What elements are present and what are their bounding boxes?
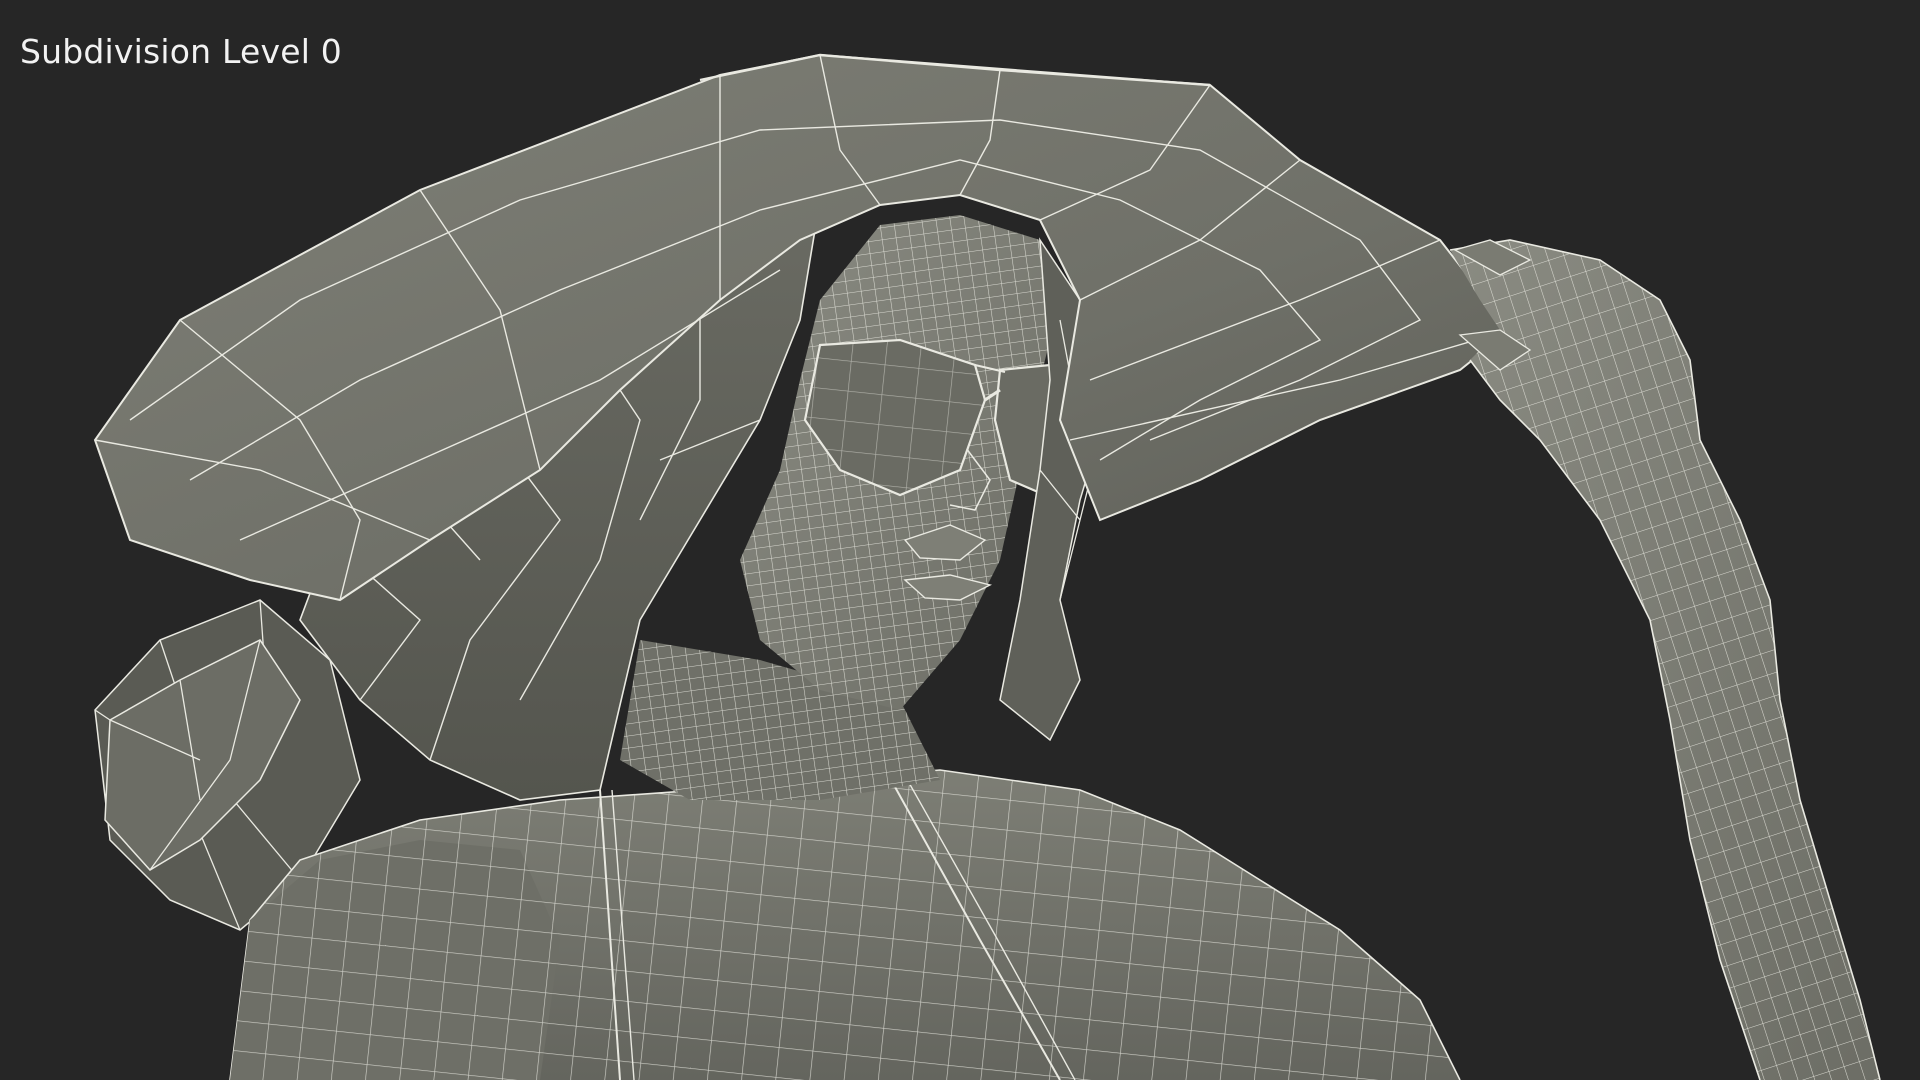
wireframe-model-render [93, 53, 1881, 1080]
render-viewport: Subdivision Level 0 [0, 0, 1920, 1080]
subdivision-level-label: Subdivision Level 0 [20, 32, 342, 71]
arm-hand-mesh [1449, 239, 1881, 1080]
